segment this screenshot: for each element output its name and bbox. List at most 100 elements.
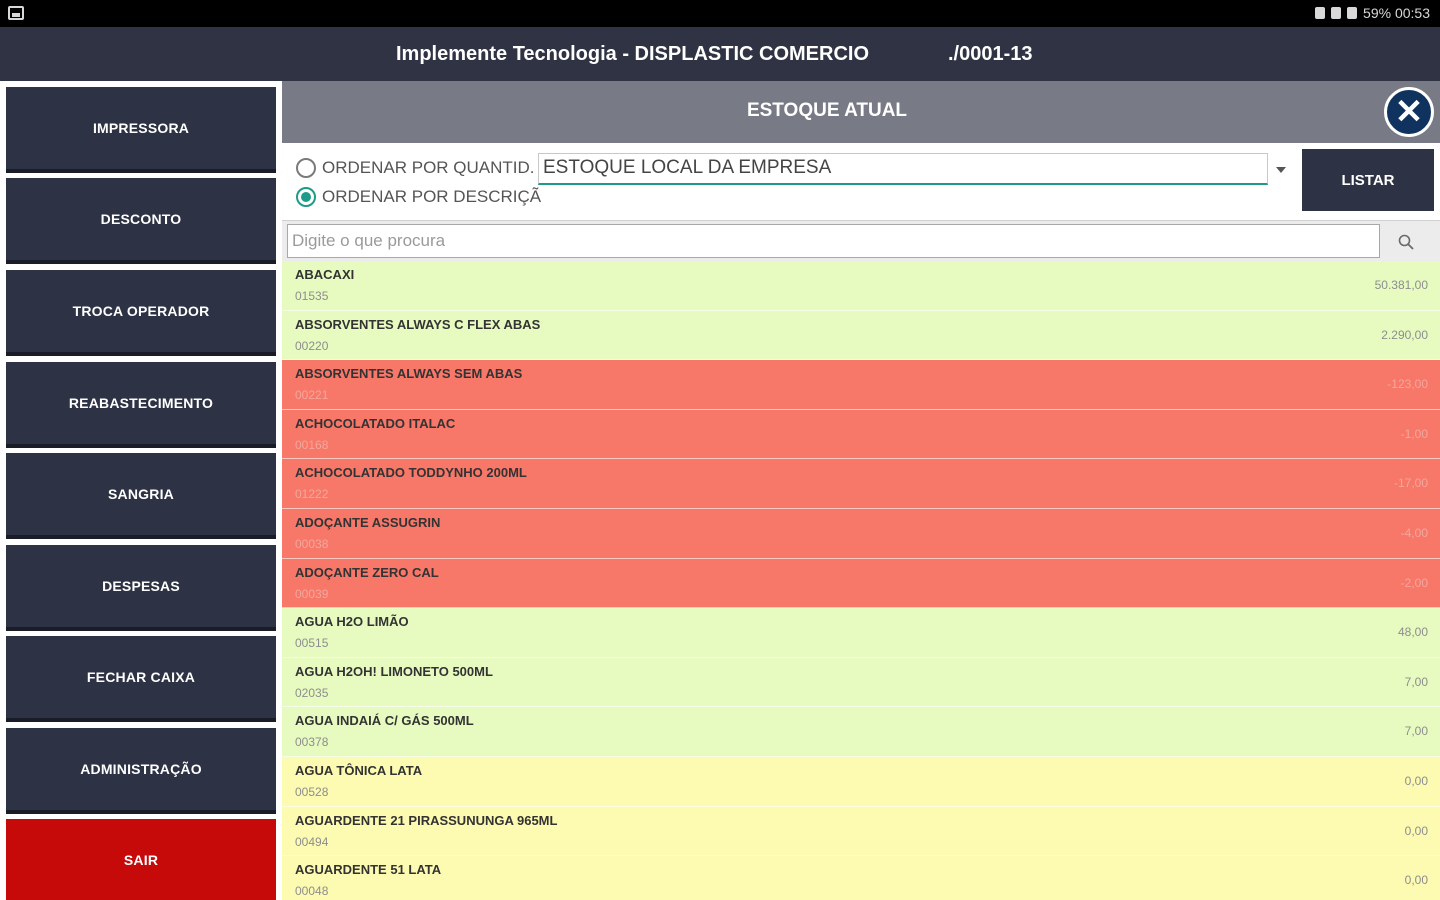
signal-icon [1347,7,1358,19]
list-options: ORDENAR POR QUANTID. ORDENAR POR DESCRIÇ… [282,143,1440,221]
product-quantity: -2,00 [1400,575,1428,590]
product-code: 00048 [295,884,329,899]
administracao-label: ADMINISTRAÇÃO [80,761,202,777]
product-quantity: -17,00 [1393,476,1428,491]
product-name: ABACAXI [295,267,355,282]
company-cnpj: ./0001-13 [948,43,1033,65]
desconto-label: DESCONTO [100,211,182,227]
order-by-description-label: ORDENAR POR DESCRIÇÃ [322,187,542,206]
product-name: ABSORVENTES ALWAYS C FLEX ABAS [295,316,541,332]
product-name: AGUARDENTE 51 LATA [295,862,442,878]
product-name: ABSORVENTES ALWAYS SEM ABAS [295,366,523,382]
troca-operador-label: TROCA OPERADOR [72,303,210,319]
listar-button[interactable]: LISTAR [1302,149,1434,211]
search-input[interactable] [287,224,1380,258]
sidebar: IMPRESSORA DESCONTO TROCA OPERADOR REABA… [0,81,282,900]
sangria-button[interactable]: SANGRIA [6,453,276,539]
product-name: ADOÇANTE ASSUGRIN [295,514,441,530]
despesas-button[interactable]: DESPESAS [6,545,276,631]
app-title: Implemente Tecnologia - DISPLASTIC COMER… [396,43,870,65]
product-name: AGUA TÔNICA LATA [295,762,423,778]
stock-row[interactable]: AGUA H2OH! LIMONETO 500ML 02035 7,00 [282,657,1440,708]
stock-row[interactable]: ABSORVENTES ALWAYS SEM ABAS 00221 -123,0… [282,360,1440,410]
fechar-caixa-button[interactable]: FECHAR CAIXA [6,636,276,722]
sair-button[interactable]: SAIR [6,819,276,900]
close-icon: ✕ [1394,93,1424,131]
stock-location-select[interactable]: ESTOQUE LOCAL DA EMPRESA [538,153,1268,185]
product-quantity: 7,00 [1404,674,1428,689]
panel-header: ESTOQUE ATUAL ✕ [282,81,1440,143]
impressora-button[interactable]: IMPRESSORA [6,87,276,173]
app-root: 59% 00:53 Implemente Tecnologia - DISPLA… [0,0,1440,900]
product-code: 00168 [295,437,329,452]
reabastecimento-button[interactable]: REABASTECIMENTO [6,362,276,448]
order-by-description-radio[interactable] [296,187,316,207]
app-title-bar: Implemente Tecnologia - DISPLASTIC COMER… [0,27,1440,81]
order-by-quantity-label: ORDENAR POR QUANTID. [322,158,535,177]
android-status-bar: 59% 00:53 [0,0,1440,27]
sair-label: SAIR [123,852,159,868]
administracao-button[interactable]: ADMINISTRAÇÃO [6,728,276,814]
impressora-label: IMPRESSORA [92,120,190,136]
product-code: 01535 [295,289,329,303]
bluetooth-icon [1331,7,1342,19]
product-code: 00221 [295,388,329,403]
product-quantity: 0,00 [1404,873,1428,888]
status-indicators: 59% 00:53 [1315,5,1430,21]
product-code: 00494 [295,834,329,849]
stock-row[interactable]: ABACAXI 01535 50.381,00 [282,261,1440,311]
sangria-label: SANGRIA [108,486,174,502]
product-quantity: 48,00 [1397,625,1428,640]
stock-list: ABACAXI 01535 50.381,00 ABSORVENTES ALWA… [282,261,1440,900]
close-button[interactable]: ✕ [1384,87,1434,137]
stock-row[interactable]: ABSORVENTES ALWAYS C FLEX ABAS 00220 2.2… [282,310,1440,361]
product-code: 02035 [295,685,329,700]
chevron-down-icon[interactable] [1276,167,1286,173]
product-quantity: 2.290,00 [1381,327,1428,342]
stock-row[interactable]: ADOÇANTE ZERO CAL 00039 -2,00 [282,558,1440,609]
search-icon[interactable] [1398,234,1414,250]
product-quantity: 7,00 [1404,724,1428,739]
product-quantity: -1,00 [1400,426,1428,441]
stock-row[interactable]: ACHOCOLATADO TODDYNHO 200ML 01222 -17,00 [282,459,1440,509]
stock-row[interactable]: AGUA H2O LIMÃO 00515 48,00 [282,608,1440,658]
gallery-notification-icon [8,6,24,20]
product-quantity: 50.381,00 [1374,278,1428,292]
order-by-quantity-option[interactable]: ORDENAR POR QUANTID. [296,158,535,178]
product-name: AGUA INDAIÁ C/ GÁS 500ML [295,713,474,729]
stock-row[interactable]: AGUA INDAIÁ C/ GÁS 500ML 00378 7,00 [282,707,1440,757]
stock-row[interactable]: AGUARDENTE 51 LATA 00048 0,00 [282,856,1440,900]
product-quantity: -4,00 [1400,525,1428,540]
stock-row[interactable]: AGUARDENTE 21 PIRASSUNUNGA 965ML 00494 0… [282,806,1440,857]
product-name: ADOÇANTE ZERO CAL [295,564,439,580]
product-name: AGUA H2OH! LIMONETO 500ML [295,663,493,679]
product-code: 00515 [295,636,329,651]
product-code: 00528 [295,784,329,799]
product-code: 01222 [295,487,329,502]
fechar-caixa-label: FECHAR CAIXA [86,669,196,685]
product-code: 00378 [295,735,329,750]
troca-operador-button[interactable]: TROCA OPERADOR [6,270,276,356]
order-by-description-option[interactable]: ORDENAR POR DESCRIÇÃ [296,187,541,207]
product-name: ACHOCOLATADO ITALAC [295,415,456,431]
battery-time-text: 59% 00:53 [1363,5,1430,21]
product-name: AGUARDENTE 21 PIRASSUNUNGA 965ML [295,812,558,828]
battery-saver-icon [1315,7,1326,19]
reabastecimento-label: REABASTECIMENTO [68,395,214,411]
order-by-quantity-radio[interactable] [296,158,316,178]
product-code: 00039 [295,586,329,601]
stock-row[interactable]: ACHOCOLATADO ITALAC 00168 -1,00 [282,409,1440,460]
stock-panel: ESTOQUE ATUAL ✕ ORDENAR POR QUANTID. ORD… [282,81,1440,900]
product-quantity: -123,00 [1387,377,1428,392]
desconto-button[interactable]: DESCONTO [6,178,276,264]
stock-row[interactable]: AGUA TÔNICA LATA 00528 0,00 [282,756,1440,807]
despesas-label: DESPESAS [102,578,180,594]
stock-row[interactable]: ADOÇANTE ASSUGRIN 00038 -4,00 [282,508,1440,559]
panel-title: ESTOQUE ATUAL [746,100,908,121]
product-code: 00220 [295,338,329,353]
product-name: AGUA H2O LIMÃO [295,614,409,630]
product-name: ACHOCOLATADO TODDYNHO 200ML [295,465,527,481]
product-quantity: 0,00 [1404,773,1428,788]
product-quantity: 0,00 [1404,823,1428,838]
product-code: 00038 [295,536,329,551]
